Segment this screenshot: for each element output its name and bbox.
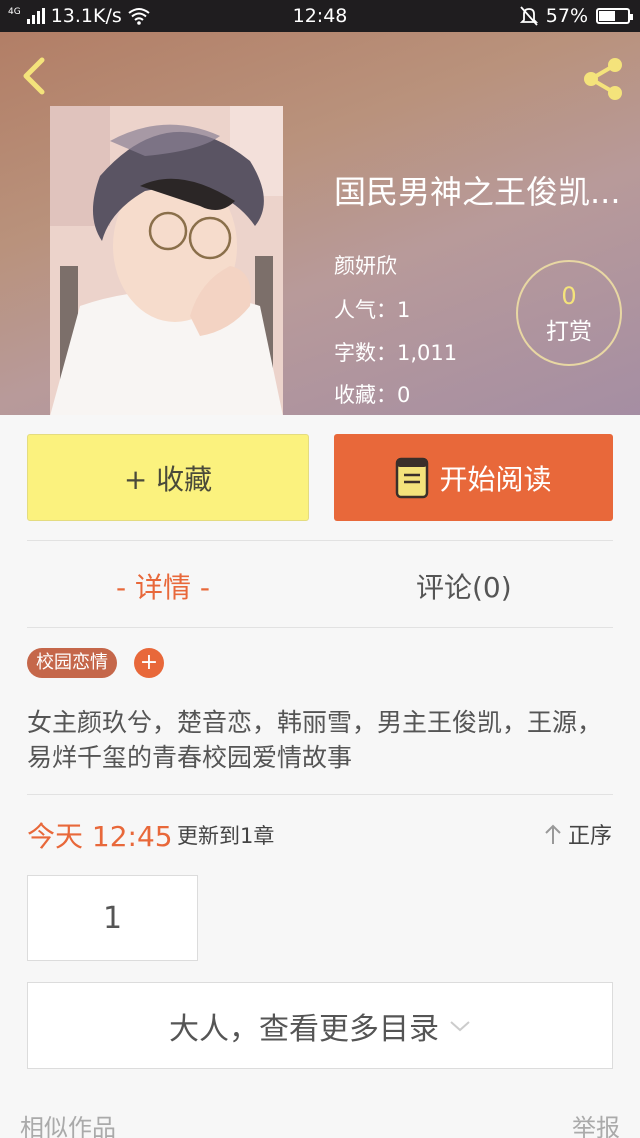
sort-label: 正序 <box>567 824 612 849</box>
share-button[interactable] <box>578 54 628 104</box>
book-cover <box>50 106 283 415</box>
book-title: 国民男神之王俊凯... <box>334 173 621 211</box>
update-text: 更新到1章 <box>177 824 275 848</box>
more-catalog-label: 大人，查看更多目录 <box>169 1011 439 1047</box>
divider <box>27 794 613 795</box>
tag-chip[interactable]: 校园恋情 <box>27 648 117 678</box>
arrow-up-icon <box>545 824 561 844</box>
report-link[interactable]: 举报 <box>572 1108 620 1138</box>
chapter-item[interactable]: 1 <box>27 875 198 961</box>
book-description: 女主颜玖兮，楚音恋，韩丽雪，男主王俊凯，王源，易烊千玺的青春校园爱情故事 <box>27 708 603 772</box>
chapter-number: 1 <box>102 900 123 936</box>
cover-illustration <box>50 106 283 415</box>
divider <box>27 627 613 628</box>
favorite-label: + 收藏 <box>123 462 213 496</box>
battery-icon <box>596 8 633 24</box>
similar-works-heading: 相似作品 <box>20 1114 116 1138</box>
tab-comments[interactable]: 评论(0) <box>416 566 512 606</box>
view-more-catalog-button[interactable]: 大人，查看更多目录 <box>27 982 613 1069</box>
sort-order-button[interactable]: 正序 <box>544 818 612 850</box>
tip-button[interactable]: 0 打赏 <box>516 260 622 366</box>
tip-label: 打赏 <box>546 319 592 345</box>
back-button[interactable] <box>16 54 56 98</box>
book-author[interactable]: 颜妍欣 <box>334 250 397 280</box>
book-icon <box>396 457 429 498</box>
add-tag-button[interactable]: + <box>134 648 164 678</box>
mute-bell-icon <box>519 6 538 26</box>
status-right: 57% <box>519 0 633 32</box>
share-icon <box>584 58 622 100</box>
add-to-favorites-button[interactable]: + 收藏 <box>27 434 309 521</box>
read-label: 开始阅读 <box>439 462 552 496</box>
start-reading-button[interactable]: 开始阅读 <box>334 434 613 521</box>
book-favorites: 收藏：0 <box>334 383 411 407</box>
update-time: 今天 12:45 <box>27 820 173 853</box>
status-bar: 4G 13.1K/s 12:48 57% <box>0 0 640 32</box>
chevron-down-icon <box>450 1020 470 1031</box>
book-header: 国民男神之王俊凯... 颜妍欣 人气：1 字数：1,011 收藏：0 0 打赏 <box>0 32 640 415</box>
book-word-count: 字数：1,011 <box>334 341 458 365</box>
battery-fill <box>599 11 615 21</box>
divider <box>27 540 613 541</box>
battery-percent: 57% <box>545 5 588 27</box>
tab-detail[interactable]: - 详情 - <box>116 566 210 606</box>
tip-count: 0 <box>561 282 577 310</box>
book-popularity: 人气：1 <box>334 298 411 322</box>
chevron-left-icon <box>23 57 45 95</box>
